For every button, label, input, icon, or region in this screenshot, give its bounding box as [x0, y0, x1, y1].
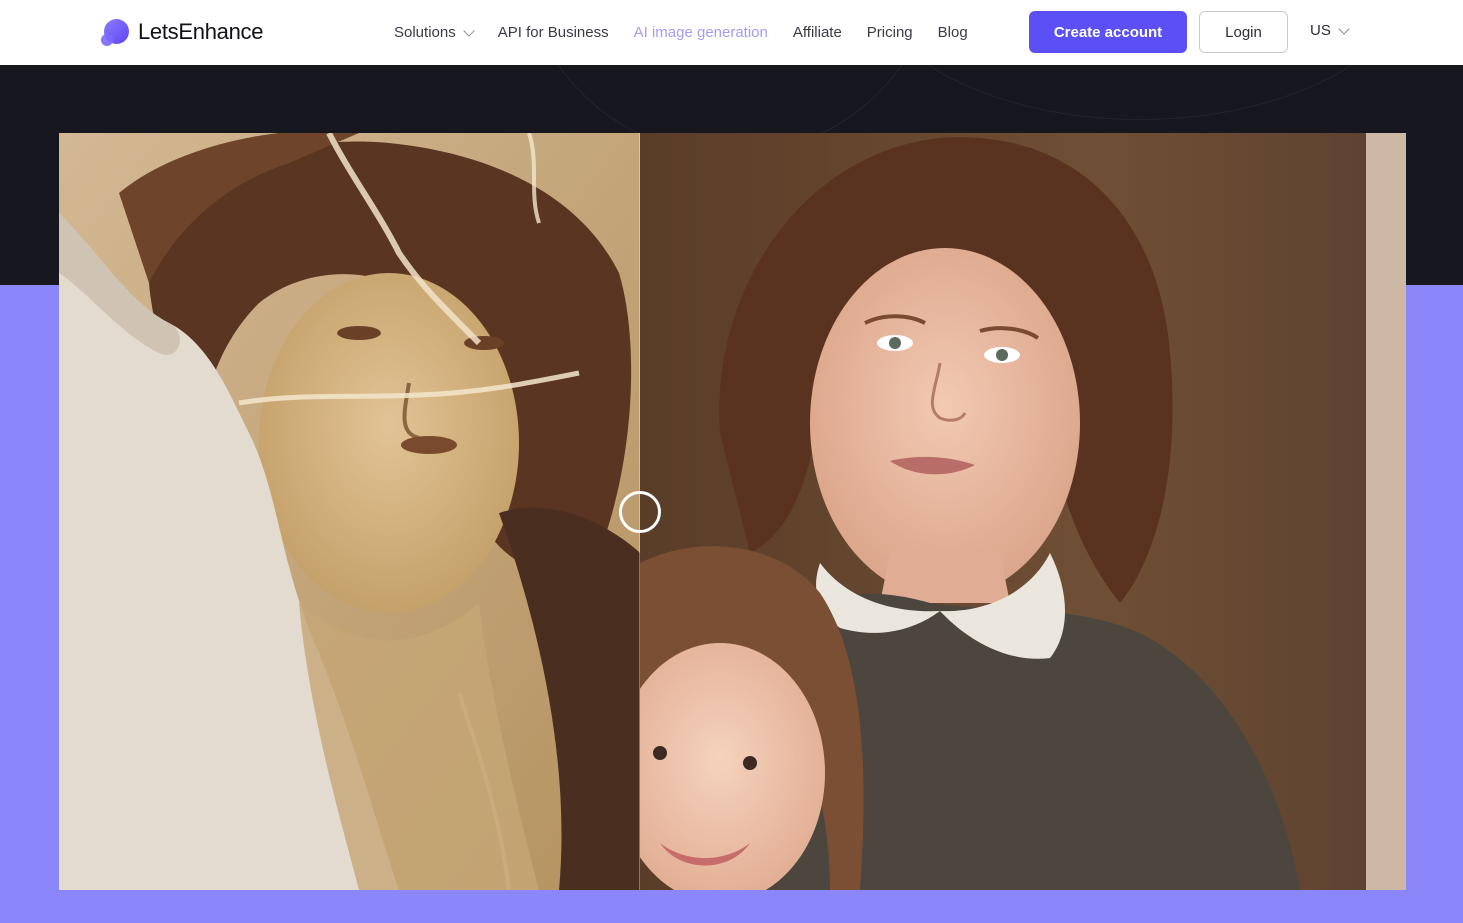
nav-item-affiliate[interactable]: Affiliate: [793, 24, 842, 41]
brand-name: LetsEnhance: [138, 19, 264, 44]
after-image: [640, 133, 1406, 890]
locale-selector[interactable]: US: [1310, 22, 1350, 39]
before-after-comparison[interactable]: [59, 133, 1406, 890]
nav-item-blog[interactable]: Blog: [938, 24, 968, 41]
logo[interactable]: LetsEnhance: [100, 17, 263, 47]
locale-label: US: [1310, 22, 1331, 39]
nav-item-label: AI image generation: [633, 24, 768, 41]
before-image: [59, 133, 640, 890]
nav-item-label: Affiliate: [792, 24, 842, 41]
nav-item-pricing[interactable]: Pricing: [867, 24, 913, 41]
nav-item-api-for-business[interactable]: API for Business: [498, 24, 609, 41]
chevron-down-icon: [463, 24, 475, 37]
chevron-down-icon: [1338, 22, 1350, 35]
create-account-button[interactable]: Create account: [1029, 11, 1187, 53]
nav-item-label: Pricing: [866, 24, 913, 41]
nav-item-ai-image-generation[interactable]: AI image generation: [634, 24, 768, 41]
main-nav: Solutions API for Business AI image gene…: [394, 0, 993, 65]
nav-item-label: Solutions: [394, 24, 456, 41]
logo-icon: [100, 17, 130, 47]
nav-item-label: Blog: [937, 24, 968, 41]
slider-handle-icon[interactable]: [619, 491, 661, 533]
decorative-ring: [860, 65, 1420, 120]
site-header: LetsEnhance Solutions API for Business A…: [0, 0, 1463, 65]
login-button[interactable]: Login: [1199, 11, 1288, 53]
nav-item-solutions[interactable]: Solutions: [394, 24, 475, 41]
nav-item-label: API for Business: [497, 24, 609, 41]
page: LetsEnhance Solutions API for Business A…: [0, 0, 1463, 923]
